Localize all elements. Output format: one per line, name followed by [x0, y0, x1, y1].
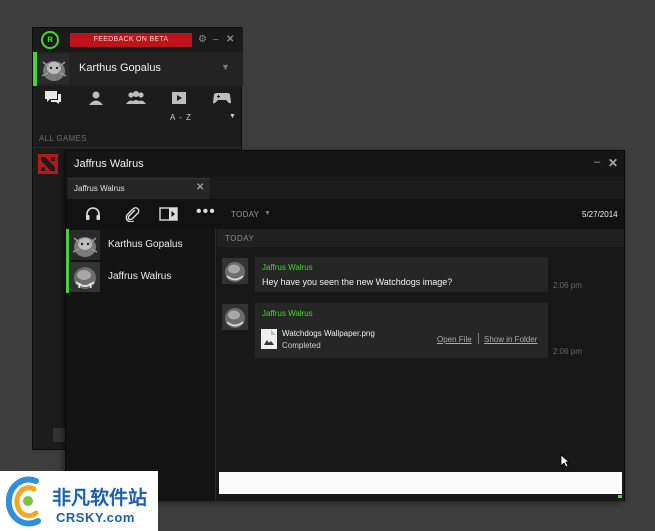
message-text: Hey have you seen the new Watchdogs imag…	[262, 277, 453, 287]
tab-label: Jaffrus Walrus	[74, 184, 125, 193]
open-file-link[interactable]: Open File	[437, 335, 472, 344]
close-button[interactable]: ✕	[226, 33, 234, 47]
file-name: Watchdogs Wallpaper.png	[282, 329, 375, 338]
minimize-button[interactable]: –	[594, 156, 600, 168]
minimize-button[interactable]: –	[213, 33, 219, 47]
close-tab-icon[interactable]: ✕	[196, 182, 204, 193]
avatar	[70, 230, 100, 260]
dota-game-icon[interactable]	[38, 154, 58, 174]
feedback-button[interactable]: FEEDBACK ON BETA	[70, 33, 192, 47]
file-message-bubble: Jaffrus Walrus Watchdogs Wallpaper.png C…	[255, 303, 548, 358]
message-bubble: Jaffrus Walrus Hey have you seen the new…	[255, 257, 548, 292]
active-indicator	[66, 261, 69, 293]
video-icon[interactable]	[167, 88, 191, 108]
chat-toolbar: ••• TODAY ▼ 5/27/2014	[66, 199, 624, 229]
input-area	[217, 469, 624, 501]
video-share-icon[interactable]	[159, 206, 179, 222]
list-item[interactable]: Karthus Gopalus	[66, 229, 216, 261]
gear-icon[interactable]: ⚙	[198, 33, 207, 47]
paperclip-icon[interactable]	[123, 206, 141, 222]
chat-window: Jaffrus Walrus – ✕ Jaffrus Walrus ✕ ••• …	[65, 150, 625, 501]
close-button[interactable]: ✕	[608, 156, 618, 170]
all-games-label: ALL GAMES	[39, 134, 87, 143]
file-status: Completed	[282, 341, 321, 350]
profile-row[interactable]: Karthus Gopalus ▼	[33, 52, 243, 86]
chat-titlebar: Jaffrus Walrus – ✕	[66, 151, 624, 177]
friends-titlebar: ʀ FEEDBACK ON BETA ⚙ – ✕	[33, 28, 243, 52]
chat-title: Jaffrus Walrus	[74, 158, 144, 170]
active-indicator	[66, 229, 69, 261]
mouse-cursor-icon	[560, 454, 570, 468]
active-indicator	[33, 52, 37, 86]
message-sender: Jaffrus Walrus	[262, 309, 313, 318]
avatar	[39, 54, 69, 84]
group-icon[interactable]	[124, 88, 148, 108]
participant-name: Karthus Gopalus	[108, 239, 183, 250]
user-icon[interactable]	[84, 88, 108, 108]
avatar	[70, 262, 100, 292]
crsky-logo-icon	[6, 476, 41, 527]
participant-list: Karthus Gopalus Jaffrus Walrus	[66, 229, 216, 501]
sort-dropdown[interactable]: A - Z	[170, 113, 192, 122]
gamepad-icon[interactable]	[210, 88, 234, 108]
message-time: 2:06 pm	[553, 281, 582, 290]
file-icon	[261, 329, 277, 349]
day-header: TODAY	[217, 229, 624, 247]
chevron-down-icon[interactable]: ▼	[264, 210, 271, 217]
more-options-icon[interactable]: •••	[196, 204, 216, 220]
current-date: 5/27/2014	[582, 210, 618, 219]
chat-icon[interactable]	[41, 88, 65, 108]
nav-tabs	[33, 86, 243, 110]
watermark-en-text: CRSKY.com	[56, 510, 135, 525]
message-input[interactable]	[219, 472, 622, 494]
avatar	[222, 304, 248, 330]
divider	[478, 333, 479, 344]
divider	[33, 147, 243, 148]
message-sender: Jaffrus Walrus	[262, 263, 313, 272]
message-area: TODAY Jaffrus Walrus Hey have you seen t…	[217, 229, 624, 469]
watermark: 非凡软件站 CRSKY.com	[0, 471, 158, 531]
headset-icon[interactable]	[84, 206, 102, 222]
list-item[interactable]: Jaffrus Walrus	[66, 261, 216, 293]
resize-grip[interactable]	[618, 495, 622, 498]
profile-name: Karthus Gopalus	[79, 62, 161, 74]
message-time: 2:06 pm	[553, 347, 582, 356]
day-label: TODAY	[225, 234, 255, 243]
razer-logo-icon: ʀ	[41, 31, 59, 49]
tab-strip: Jaffrus Walrus ✕	[66, 177, 624, 199]
date-filter-dropdown[interactable]: TODAY	[231, 210, 259, 219]
scroll-handle[interactable]	[53, 428, 65, 442]
watermark-cn-text: 非凡软件站	[52, 487, 148, 509]
tab-jaffrus-walrus[interactable]: Jaffrus Walrus ✕	[68, 178, 210, 199]
chevron-down-icon[interactable]: ▼	[221, 62, 230, 72]
chevron-down-icon[interactable]: ▼	[229, 113, 236, 120]
show-in-folder-link[interactable]: Show in Folder	[484, 335, 537, 344]
avatar	[222, 258, 248, 284]
participant-name: Jaffrus Walrus	[108, 271, 172, 282]
